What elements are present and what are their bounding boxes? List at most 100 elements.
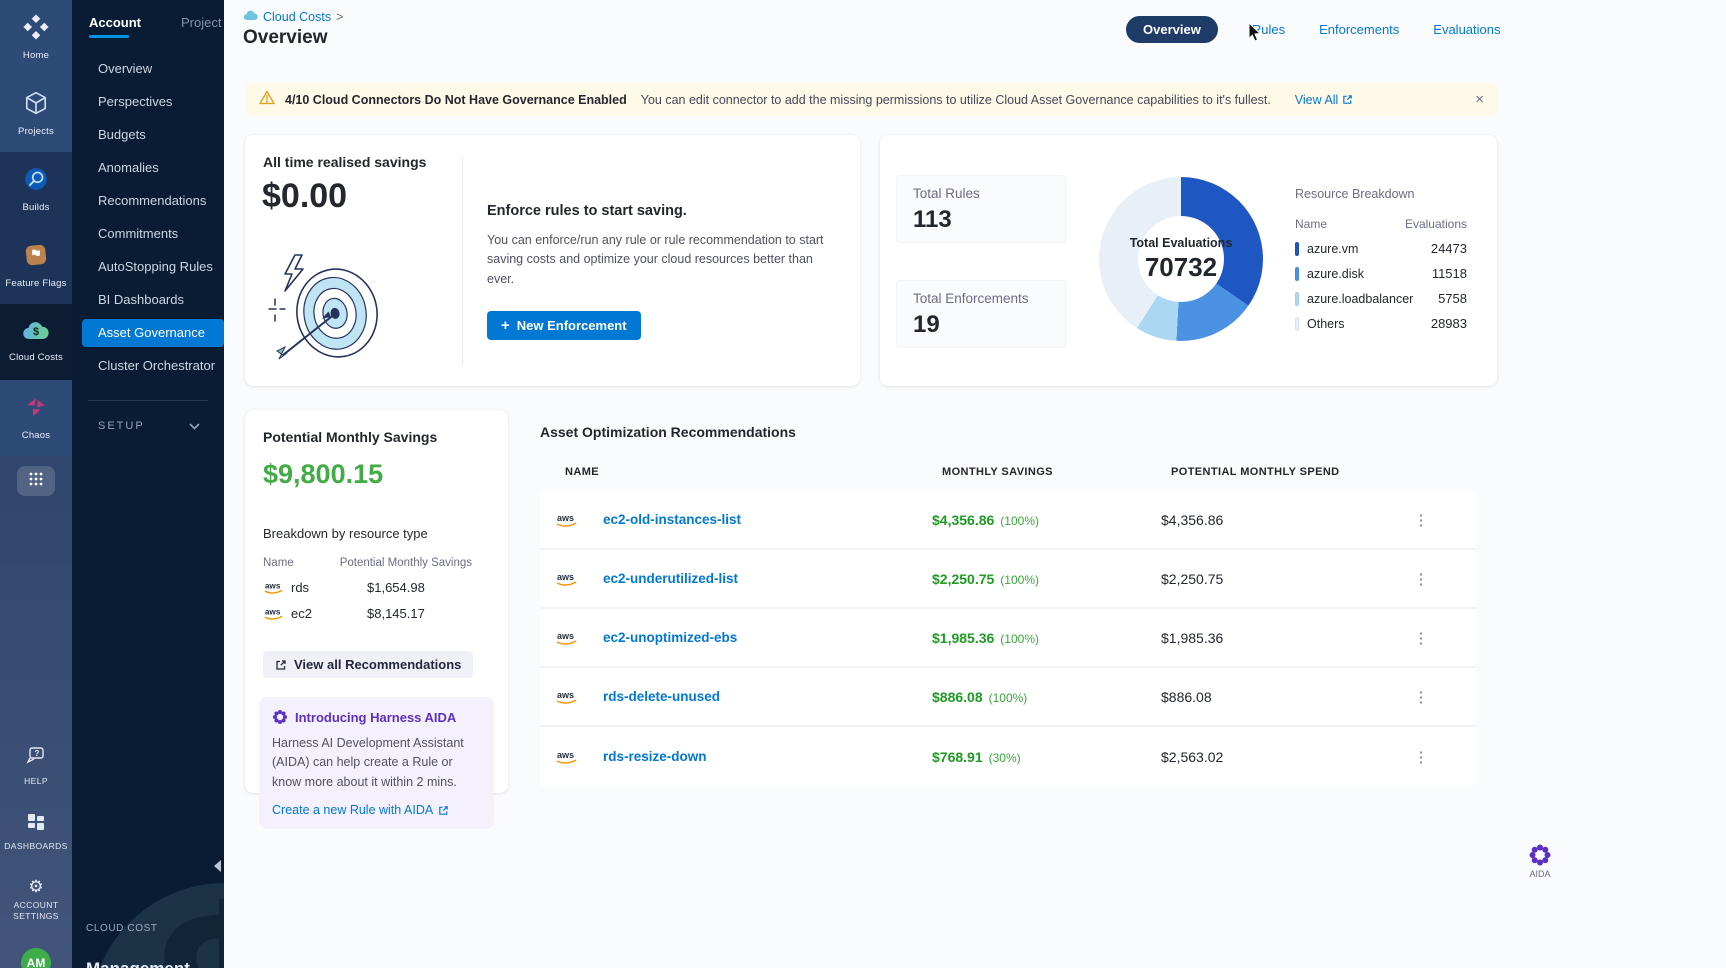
rail-item-feature-flags[interactable]: Feature Flags [0, 228, 72, 304]
aws-icon: aws [263, 606, 285, 621]
rail-item-chaos[interactable]: Chaos [0, 380, 72, 456]
governance-warning-banner: 4/10 Cloud Connectors Do Not Have Govern… [245, 83, 1498, 116]
aws-icon: aws [555, 630, 579, 646]
chevron-down-icon [189, 417, 200, 435]
sidebar-item-asset-governance[interactable]: Asset Governance [82, 319, 224, 347]
resource-breakdown: Resource Breakdown Name Evaluations azur… [1295, 187, 1467, 331]
kebab-menu-icon[interactable]: ⋮ [1411, 511, 1431, 529]
table-row[interactable]: aws rds-delete-unused $886.08(100%) $886… [540, 668, 1475, 727]
sidebar-item-bi-dashboards[interactable]: BI Dashboards [72, 283, 224, 316]
user-avatar[interactable]: AM [21, 948, 51, 968]
aida-fab-label: AIDA [1529, 869, 1550, 879]
kebab-menu-icon[interactable]: ⋮ [1411, 748, 1431, 766]
recommendations-table: aws ec2-old-instances-list $4,356.86(100… [540, 491, 1475, 786]
view-all-recommendations-button[interactable]: View all Recommendations [263, 651, 473, 678]
sidebar-collapse-handle[interactable] [214, 860, 221, 872]
recommendation-link[interactable]: ec2-old-instances-list [603, 512, 932, 527]
create-rule-with-aida-link[interactable]: Create a new Rule with AIDA [272, 803, 481, 817]
new-enforcement-button[interactable]: + New Enforcement [487, 311, 641, 340]
tab-enforcements[interactable]: Enforcements [1319, 22, 1399, 37]
main-content: Cloud Costs > Overview Overview Rules En… [224, 0, 1726, 968]
table-row[interactable]: aws ec2-underutilized-list $2,250.75(100… [540, 550, 1475, 609]
account-settings-label: ACCOUNT SETTINGS [4, 900, 68, 922]
module-name-small: CLOUD COST [86, 923, 158, 934]
total-rules-label: Total Rules [913, 186, 1049, 201]
tab-project[interactable]: Project [181, 15, 221, 38]
grid-dots-icon [28, 471, 44, 492]
tab-evaluations[interactable]: Evaluations [1433, 22, 1500, 37]
sidebar-item-perspectives[interactable]: Perspectives [72, 85, 224, 118]
breadcrumb-cloud-costs-link[interactable]: Cloud Costs [263, 10, 331, 24]
help-button[interactable]: ? HELP [4, 746, 68, 787]
sidebar-item-autostopping-rules[interactable]: AutoStopping Rules [72, 250, 224, 283]
cloud-costs-icon: $ [22, 320, 50, 347]
sidebar-item-cluster-orchestrator[interactable]: Cluster Orchestrator [72, 349, 224, 382]
col-name: NAME [565, 466, 942, 478]
sidebar-item-budgets[interactable]: Budgets [72, 118, 224, 151]
governance-top-nav: Overview Rules Enforcements Evaluations [1126, 16, 1501, 43]
sidebar-item-overview[interactable]: Overview [72, 52, 224, 85]
card-divider [462, 157, 463, 364]
banner-view-all-link[interactable]: View All [1295, 93, 1354, 107]
table-row[interactable]: aws ec2-unoptimized-ebs $1,985.36(100%) … [540, 609, 1475, 668]
svg-text:aws: aws [557, 750, 574, 760]
recommendation-link[interactable]: ec2-unoptimized-ebs [603, 630, 932, 645]
aida-flower-icon [1528, 843, 1552, 867]
module-grid-button[interactable] [17, 466, 55, 496]
aws-icon: aws [555, 689, 579, 705]
potential-savings-card: Potential Monthly Savings $9,800.15 Brea… [245, 410, 508, 793]
recommendations-title: Asset Optimization Recommendations [540, 424, 1715, 440]
recommendations-table-header: NAME MONTHLY SAVINGS POTENTIAL MONTHLY S… [540, 466, 1715, 478]
dashboards-button[interactable]: DASHBOARDS [4, 813, 68, 852]
rail-label: Feature Flags [5, 278, 66, 289]
total-enforcements-tile: Total Enforcements 19 [896, 280, 1066, 348]
table-row[interactable]: aws ec2-old-instances-list $4,356.86(100… [540, 491, 1475, 550]
table-row[interactable]: aws rds-resize-down $768.91(30%) $2,563.… [540, 727, 1475, 786]
rail-item-home[interactable]: Home [0, 0, 72, 76]
cloud-costs-sidebar: Account Project Overview Perspectives Bu… [72, 0, 224, 968]
svg-text:$: $ [33, 326, 39, 338]
sidebar-scope-tabs: Account Project [72, 0, 224, 38]
total-enforcements-value: 19 [913, 311, 1049, 339]
aws-icon: aws [555, 749, 579, 765]
banner-message: You can edit connector to add the missin… [641, 93, 1271, 107]
tab-rules[interactable]: Rules [1252, 22, 1285, 37]
recommendation-link[interactable]: rds-delete-unused [603, 689, 932, 704]
help-label: HELP [4, 776, 68, 787]
module-name-large: Management [86, 959, 190, 968]
resource-breakdown-header: Name Evaluations [1295, 217, 1467, 231]
donut-center-value: 70732 [1145, 252, 1217, 283]
potential-row-rds: aws rds $1,654.98 [263, 580, 490, 595]
kebab-menu-icon[interactable]: ⋮ [1411, 688, 1431, 706]
aida-title: Introducing Harness AIDA [295, 710, 456, 725]
close-icon[interactable]: × [1475, 92, 1484, 107]
external-link-icon [275, 659, 287, 671]
rail-item-cloud-costs[interactable]: $ Cloud Costs [0, 304, 72, 380]
sidebar-item-commitments[interactable]: Commitments [72, 217, 224, 250]
page-title: Overview [243, 27, 328, 49]
aida-fab-button[interactable]: AIDA [1528, 843, 1552, 879]
tab-overview[interactable]: Overview [1126, 16, 1218, 43]
sidebar-item-recommendations[interactable]: Recommendations [72, 184, 224, 217]
svg-text:aws: aws [265, 581, 281, 590]
recommendation-link[interactable]: ec2-underutilized-list [603, 571, 932, 586]
account-settings-button[interactable]: ⚙ ACCOUNT SETTINGS [4, 878, 68, 922]
warning-icon [259, 90, 275, 110]
name-header: Name [263, 557, 294, 569]
resource-breakdown-title: Resource Breakdown [1295, 187, 1467, 201]
setup-label: SETUP [98, 420, 145, 432]
gear-icon: ⚙ [28, 878, 43, 895]
col-monthly-savings: MONTHLY SAVINGS [942, 466, 1171, 478]
recommendation-link[interactable]: rds-resize-down [603, 749, 932, 764]
kebab-menu-icon[interactable]: ⋮ [1411, 629, 1431, 647]
kebab-menu-icon[interactable]: ⋮ [1411, 570, 1431, 588]
breakdown-row: azure.loadbalancer 5758 [1295, 291, 1467, 306]
tab-account[interactable]: Account [89, 15, 141, 38]
sidebar-item-anomalies[interactable]: Anomalies [72, 151, 224, 184]
svg-text:aws: aws [557, 572, 574, 582]
sidebar-setup-toggle[interactable]: SETUP [72, 401, 224, 435]
rail-item-projects[interactable]: Projects [0, 76, 72, 152]
rail-item-builds[interactable]: Builds [0, 152, 72, 228]
potential-savings-amount: $9,800.15 [263, 459, 490, 490]
potential-savings-title: Potential Monthly Savings [263, 429, 490, 445]
